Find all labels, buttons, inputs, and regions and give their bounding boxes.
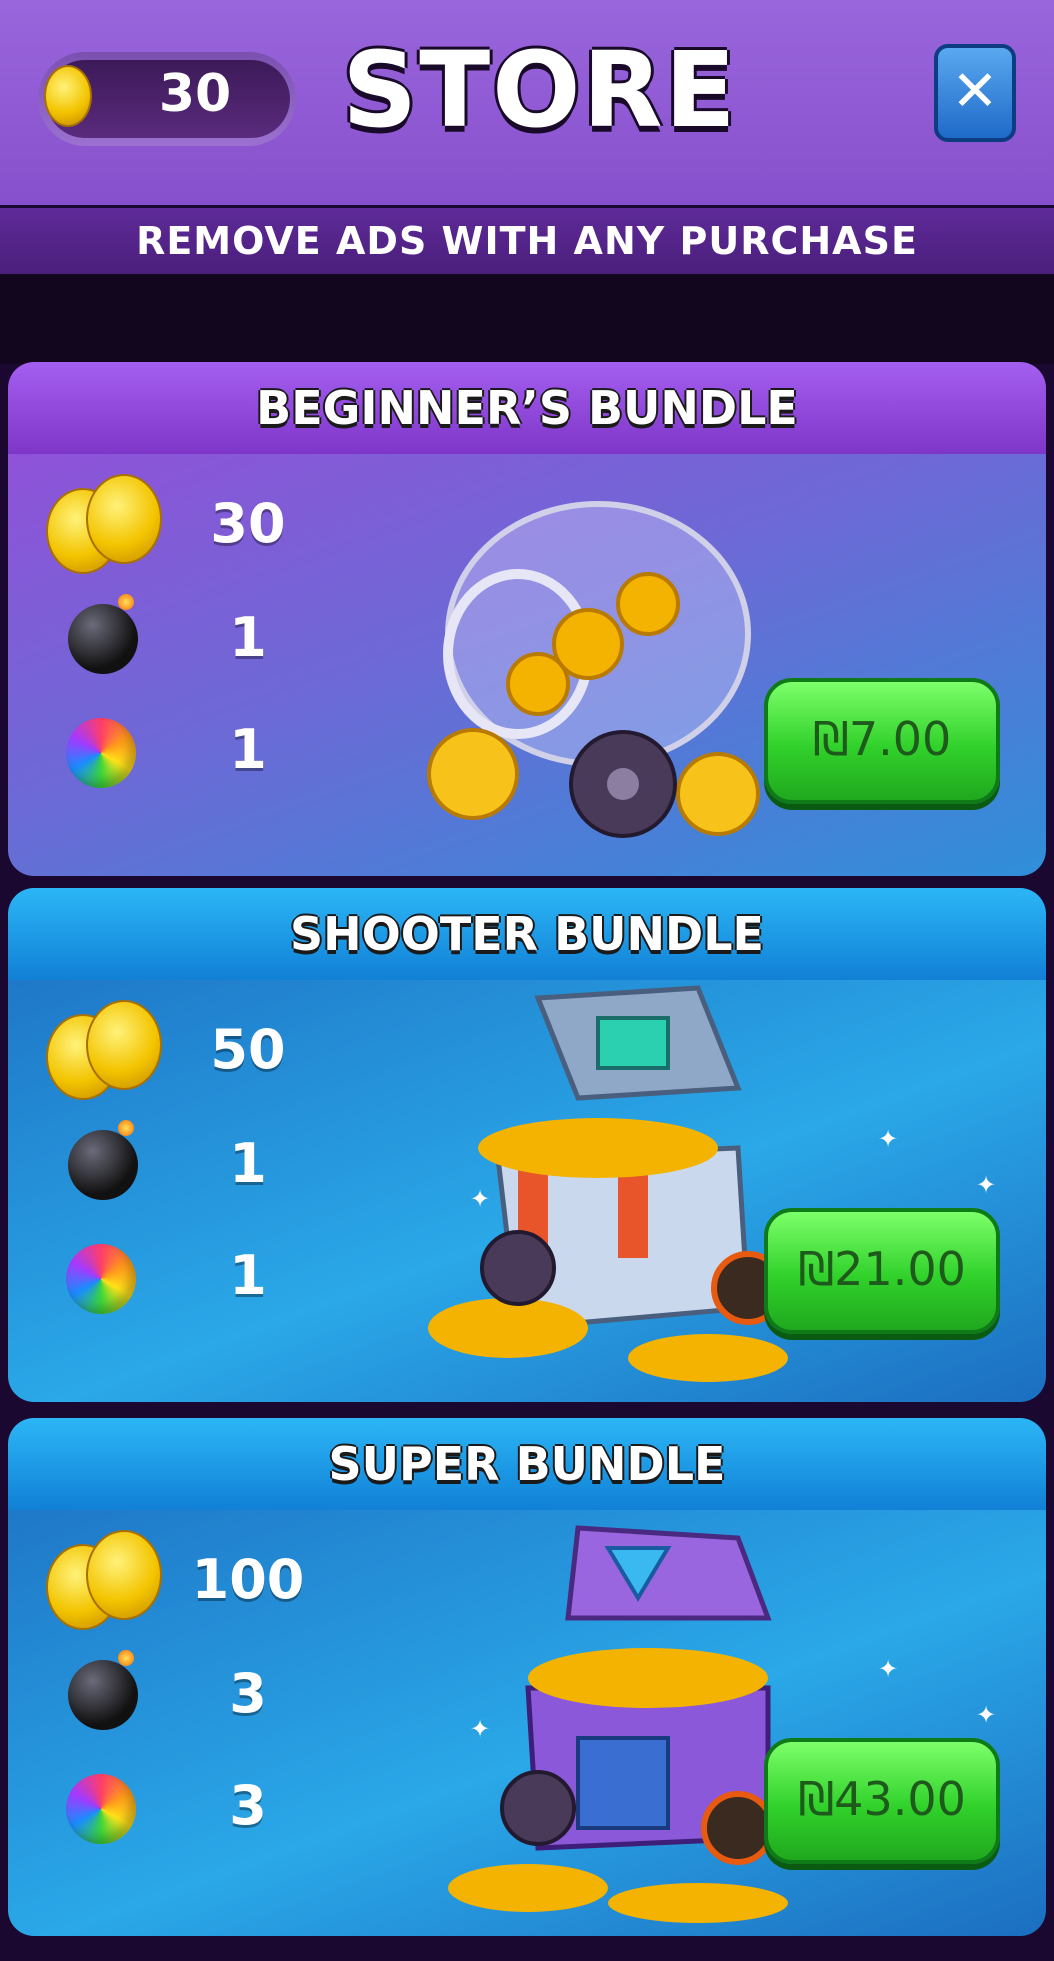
price-label: ₪21.00: [798, 1242, 966, 1296]
bundle-body: 50 1 1 ✦ ✦ ✦: [8, 980, 1046, 1402]
bundle-body: 100 3 3 ✦ ✦ ✦: [8, 1510, 1046, 1936]
purple-chest-icon: [448, 1525, 788, 1923]
price-label: ₪43.00: [798, 1772, 966, 1826]
bundle-candies-row: 3: [38, 1756, 318, 1856]
coins-amount: 30: [210, 492, 286, 555]
bundle-title: SUPER BUNDLE: [328, 1437, 726, 1491]
bomb-icon: [68, 1650, 138, 1730]
bundle-title: SHOOTER BUNDLE: [290, 907, 764, 961]
coins-amount: 50: [210, 1018, 286, 1081]
bundle-coins-row: 50: [38, 1000, 318, 1100]
coins-icon: [46, 1530, 162, 1630]
bombs-amount: 1: [229, 1132, 267, 1195]
coin-balance: 30: [158, 64, 232, 124]
rainbow-candy-icon: [66, 718, 136, 788]
background-gap: [0, 274, 1054, 364]
coin-icon: [44, 65, 92, 127]
bomb-icon: [68, 594, 138, 674]
bundle-coins-row: 100: [38, 1530, 318, 1630]
sparkle-icon: ✦: [976, 1701, 997, 1729]
bombs-amount: 1: [229, 606, 267, 669]
remove-ads-text: REMOVE ADS WITH ANY PURCHASE: [136, 219, 918, 263]
buy-button-shooter[interactable]: ₪21.00: [764, 1208, 1000, 1334]
candies-amount: 1: [229, 1244, 267, 1307]
sparkle-icon: ✦: [878, 1655, 899, 1683]
coins-icon: [46, 474, 162, 574]
price-label: ₪7.00: [812, 712, 952, 766]
sparkle-icon: ✦: [470, 1185, 491, 1213]
coins-icon: [46, 1000, 162, 1100]
page-title: STORE: [342, 29, 738, 151]
bombs-amount: 3: [229, 1662, 267, 1725]
candies-amount: 1: [229, 718, 267, 781]
coins-amount: 100: [191, 1548, 305, 1611]
sparkle-icon: ✦: [976, 1171, 997, 1199]
bundle-title: BEGINNER’S BUNDLE: [256, 381, 798, 435]
buy-button-super[interactable]: ₪43.00: [764, 1738, 1000, 1864]
coin-jar-icon: [427, 501, 760, 838]
close-icon: ✕: [951, 59, 999, 124]
bundle-bombs-row: 1: [38, 1114, 318, 1214]
bundle-coins-row: 30: [38, 474, 318, 574]
bundle-candies-row: 1: [38, 700, 318, 800]
candies-amount: 3: [229, 1774, 267, 1837]
rainbow-candy-icon: [66, 1244, 136, 1314]
sparkle-icon: ✦: [878, 1125, 899, 1153]
buy-button-beginner[interactable]: ₪7.00: [764, 678, 1000, 804]
bundle-candies-row: 1: [38, 1226, 318, 1326]
bundle-body: 30 1 1 ✦ ✦: [8, 454, 1046, 876]
sparkle-icon: ✦: [470, 1715, 491, 1743]
bomb-icon: [68, 1120, 138, 1200]
close-button[interactable]: ✕: [934, 44, 1016, 142]
treasure-chest-icon: [428, 985, 788, 1382]
bundle-bombs-row: 3: [38, 1644, 318, 1744]
bundle-bombs-row: 1: [38, 588, 318, 688]
rainbow-candy-icon: [66, 1774, 136, 1844]
